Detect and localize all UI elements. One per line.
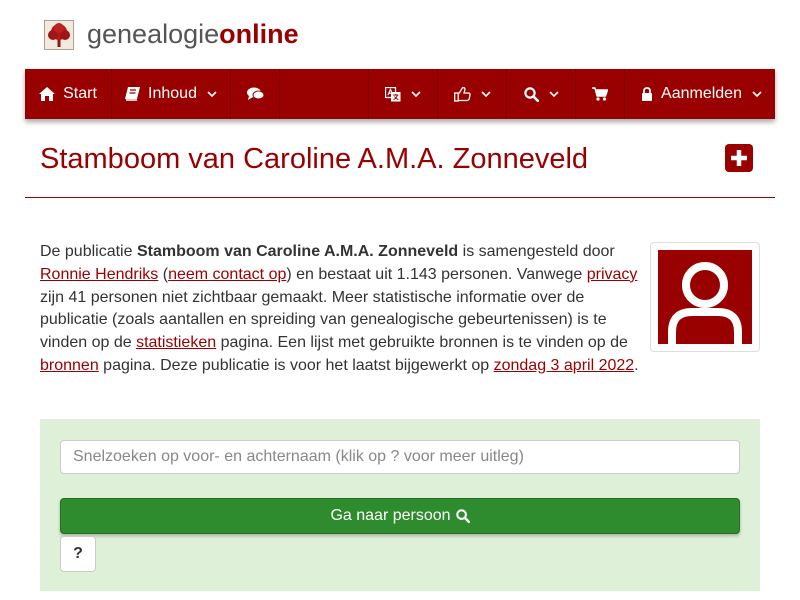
privacy-link[interactable]: privacy bbox=[587, 266, 638, 283]
plus-square-icon[interactable] bbox=[725, 144, 753, 172]
chevron-down-icon bbox=[411, 90, 421, 98]
nav-login[interactable]: Aanmelden bbox=[628, 69, 775, 119]
brand-name[interactable]: genealogieonline bbox=[87, 17, 299, 51]
search-help-button[interactable]: ? bbox=[60, 536, 96, 572]
nav-share[interactable] bbox=[438, 69, 506, 119]
nav-language[interactable] bbox=[369, 69, 437, 119]
nav-forum[interactable] bbox=[231, 69, 279, 119]
nav-divider bbox=[279, 69, 280, 119]
desc-text: De publicatie bbox=[40, 243, 137, 260]
brand-name-part2: online bbox=[219, 19, 299, 49]
last-updated-link[interactable]: zondag 3 april 2022 bbox=[494, 357, 635, 374]
quick-search-input[interactable] bbox=[60, 440, 740, 474]
site-header: genealogieonline bbox=[0, 0, 800, 69]
comments-icon bbox=[246, 87, 264, 101]
home-icon bbox=[39, 87, 56, 101]
publication-description: De publicatie Stamboom van Caroline A.M.… bbox=[40, 241, 642, 378]
nav-shop[interactable] bbox=[576, 69, 624, 119]
translate-icon bbox=[385, 86, 401, 102]
search-icon bbox=[455, 509, 470, 523]
statistics-link[interactable]: statistieken bbox=[136, 334, 216, 351]
tree-logo-icon[interactable] bbox=[44, 20, 74, 50]
thumbs-up-icon bbox=[453, 86, 471, 102]
brand-name-part1: genealogie bbox=[87, 19, 220, 49]
publication-name: Stamboom van Caroline A.M.A. Zonneveld bbox=[136, 243, 459, 260]
quick-search-panel: Ga naar persoon ? bbox=[40, 419, 760, 591]
nav-search[interactable] bbox=[507, 69, 575, 119]
desc-text: ) en bestaat uit 1.143 personen. Vanwege bbox=[286, 265, 587, 283]
chevron-down-icon bbox=[752, 90, 762, 98]
author-link[interactable]: Ronnie Hendriks bbox=[40, 266, 158, 283]
sources-link[interactable]: bronnen bbox=[40, 357, 99, 374]
desc-text: . bbox=[634, 356, 639, 374]
nav-login-label: Aanmelden bbox=[661, 85, 742, 102]
title-divider bbox=[25, 197, 775, 198]
desc-text: pagina. Deze publicatie is voor het laat… bbox=[98, 356, 494, 374]
desc-text: pagina. Een lijst met gebruikte bronnen … bbox=[216, 334, 628, 352]
search-icon bbox=[523, 86, 539, 102]
nav-start[interactable]: Start bbox=[25, 69, 111, 119]
nav-inhoud-label: Inhoud bbox=[148, 85, 197, 102]
go-to-person-button[interactable]: Ga naar persoon bbox=[60, 498, 740, 534]
lock-icon bbox=[641, 87, 653, 101]
desc-text: is samengesteld door bbox=[458, 243, 615, 260]
author-avatar-frame bbox=[650, 242, 760, 352]
cart-icon bbox=[592, 87, 608, 101]
book-icon bbox=[125, 87, 141, 101]
page-title: Stamboom van Caroline A.M.A. Zonneveld bbox=[40, 143, 589, 175]
user-avatar-icon bbox=[658, 250, 752, 344]
go-to-person-label: Ga naar persoon bbox=[330, 507, 451, 524]
nav-inhoud[interactable]: Inhoud bbox=[112, 69, 230, 119]
nav-start-label: Start bbox=[63, 85, 97, 102]
chevron-down-icon bbox=[480, 90, 491, 98]
contact-link[interactable]: neem contact op bbox=[168, 266, 286, 283]
desc-text: ( bbox=[158, 265, 169, 283]
chevron-down-icon bbox=[207, 90, 217, 98]
main-navbar: Start Inhoud Aanmelden bbox=[25, 69, 775, 119]
chevron-down-icon bbox=[548, 90, 559, 98]
nav-divider bbox=[624, 69, 625, 119]
